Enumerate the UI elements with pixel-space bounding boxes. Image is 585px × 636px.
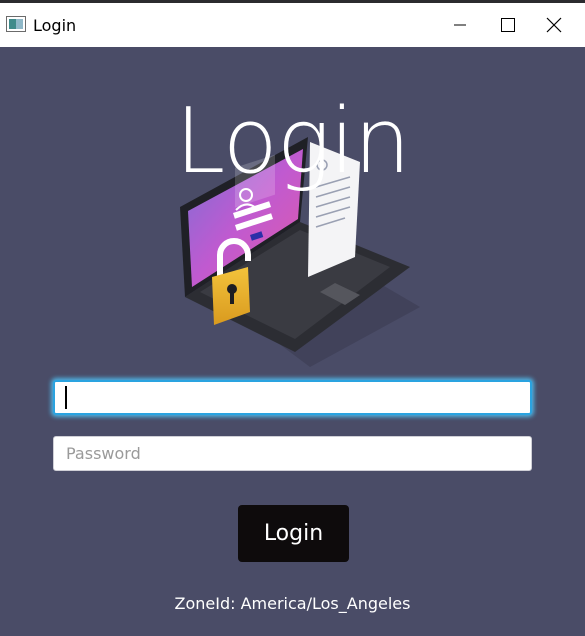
login-button[interactable]: Login bbox=[238, 505, 349, 562]
app-icon bbox=[6, 16, 26, 32]
title-bar: Login bbox=[0, 3, 585, 47]
maximize-icon bbox=[501, 18, 515, 32]
text-caret bbox=[65, 386, 67, 409]
login-heading: Login bbox=[175, 89, 411, 194]
username-input[interactable] bbox=[53, 380, 532, 415]
minimize-button[interactable] bbox=[437, 3, 483, 47]
zone-id-label: ZoneId: America/Los_Angeles bbox=[174, 594, 411, 613]
close-icon bbox=[546, 17, 562, 33]
close-button[interactable] bbox=[531, 3, 577, 47]
minimize-icon bbox=[454, 24, 466, 26]
window-title: Login bbox=[33, 16, 77, 35]
password-input[interactable] bbox=[53, 436, 532, 471]
login-view: Login Login ZoneId: America/Los_Angeles bbox=[0, 47, 585, 636]
maximize-button[interactable] bbox=[484, 3, 530, 47]
